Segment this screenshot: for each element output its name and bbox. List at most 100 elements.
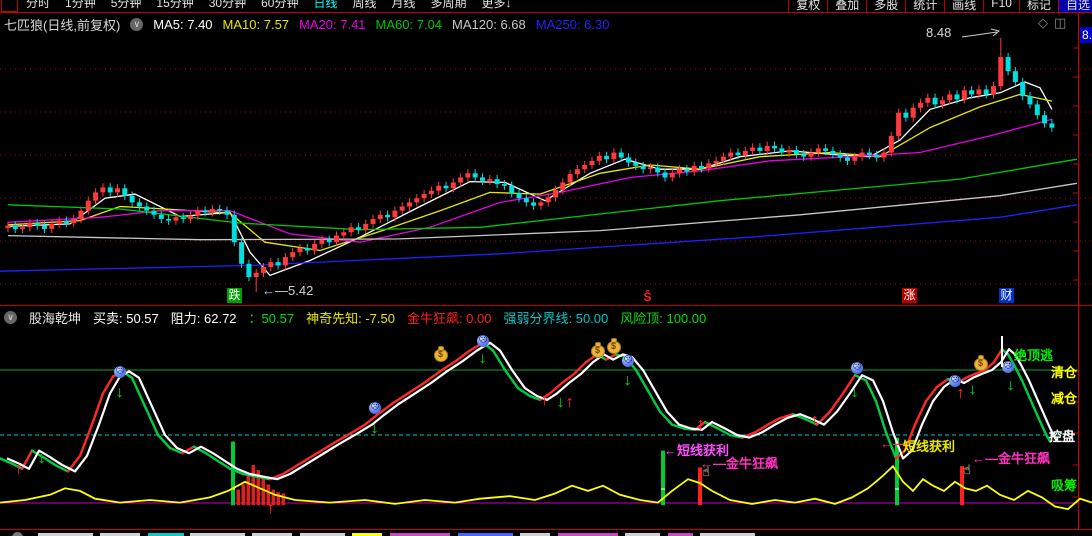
candle (918, 102, 923, 108)
candle (837, 154, 843, 158)
pointing-hand-icon: ☝ (963, 462, 971, 477)
candle (414, 198, 420, 203)
candle (567, 174, 573, 183)
candle (523, 198, 529, 203)
candle (5, 225, 11, 229)
sad-face-icon (114, 365, 126, 378)
candle (896, 112, 902, 136)
chevron-down-icon[interactable]: ∨ (130, 18, 144, 31)
candle (78, 210, 84, 219)
up-arrow-icon: ↑ (564, 391, 575, 411)
candle (202, 210, 208, 213)
sad-face-icon (1002, 360, 1014, 373)
candle (85, 200, 91, 211)
candle (925, 97, 931, 103)
candle (706, 163, 712, 169)
candle (217, 208, 223, 211)
sad-face-icon (851, 361, 863, 374)
candle (991, 86, 996, 95)
candle (341, 232, 347, 236)
candle (392, 210, 398, 218)
ma-label: MA250: 6.30 (535, 17, 610, 32)
money-bag-icon (591, 342, 605, 358)
candle (589, 160, 595, 165)
candle (626, 157, 631, 163)
marker-财: 财 (999, 288, 1014, 303)
white-line (6, 341, 1058, 481)
candle (144, 206, 150, 211)
candle (757, 147, 763, 151)
candle (129, 195, 135, 203)
candle (458, 177, 464, 183)
candle (304, 248, 310, 251)
chart-panel-icons[interactable]: ◇◫ (1038, 15, 1072, 31)
indicator-chart[interactable] (0, 306, 1092, 535)
candle (42, 225, 47, 229)
candlestick-chart[interactable] (0, 0, 1092, 306)
candle (954, 94, 960, 100)
marker-跌: 跌 (227, 288, 242, 303)
money-bag-icon (974, 355, 988, 371)
stock-title: 七匹狼(日线,前复权) (4, 18, 121, 33)
candle (122, 188, 128, 196)
candle (786, 150, 792, 153)
sad-face-icon (477, 334, 489, 347)
candle (611, 152, 617, 160)
candle (436, 185, 442, 191)
candle (115, 188, 120, 193)
candle (640, 165, 646, 170)
candle (1027, 96, 1033, 105)
candle (290, 252, 296, 258)
down-arrow-icon: ↓ (849, 381, 860, 401)
ma-line-MA10 (7, 93, 1053, 252)
candle (961, 90, 967, 100)
candle (209, 208, 215, 213)
candle (713, 160, 719, 164)
up-arrow-icon: ↑ (265, 497, 276, 517)
candle (582, 165, 588, 170)
candle (772, 145, 777, 149)
marker-涨: 涨 (902, 288, 917, 303)
candle (443, 185, 449, 189)
candle (151, 210, 157, 215)
candle (20, 227, 26, 229)
candle (888, 135, 894, 153)
candle (998, 57, 1004, 87)
down-arrow-icon: ↓ (36, 447, 47, 467)
candle (319, 239, 325, 244)
candle (677, 169, 683, 174)
candle (385, 214, 391, 218)
ma-label: MA20: 7.41 (299, 17, 366, 32)
ma-line-MA5 (7, 81, 1053, 277)
candle (100, 187, 106, 193)
candle (158, 214, 164, 219)
candle (764, 145, 770, 151)
chevron-circle-icon[interactable] (12, 532, 23, 536)
candle (407, 202, 412, 207)
candle (107, 187, 113, 193)
candle (71, 218, 77, 224)
candle (793, 150, 799, 155)
candle (56, 220, 62, 224)
candle (750, 147, 756, 151)
candle (815, 148, 821, 153)
candle (903, 112, 909, 118)
annotation-短线获利: 短线获利 (903, 439, 956, 454)
money-bag-icon (607, 338, 621, 354)
candle (742, 150, 748, 156)
candle (976, 89, 982, 95)
candle (779, 148, 785, 153)
candle (253, 272, 259, 278)
candle (662, 172, 668, 178)
candle (173, 217, 179, 221)
candle (691, 165, 697, 172)
candle (472, 173, 478, 178)
sad-face-icon (369, 401, 381, 414)
candle (195, 210, 201, 216)
candle (377, 214, 383, 219)
candle (728, 152, 734, 157)
candle (450, 182, 456, 189)
candle (268, 262, 274, 268)
candle (604, 155, 610, 160)
annotation-←—金牛狂飙: ←—金牛狂飙 (700, 456, 779, 471)
